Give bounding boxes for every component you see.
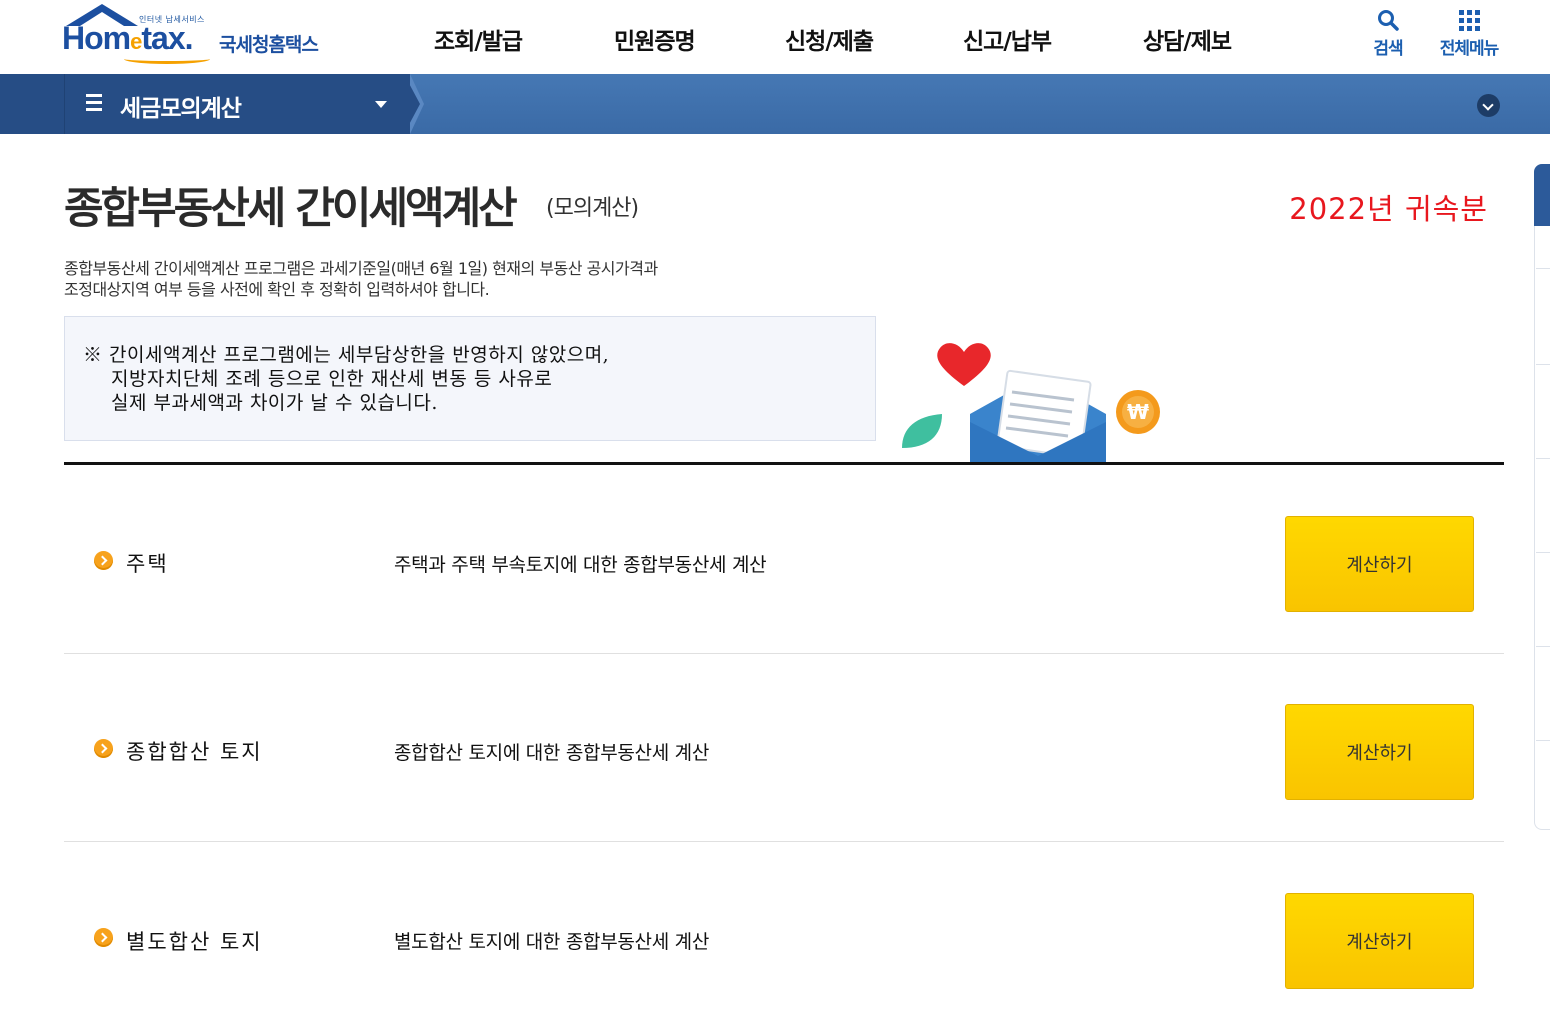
gnb-item-application[interactable]: 신청/제출 bbox=[785, 22, 874, 56]
row-description: 주택과 주택 부속토지에 대한 종합부동산세 계산 bbox=[394, 554, 767, 576]
calculate-button-housing[interactable]: 계산하기 bbox=[1285, 516, 1474, 612]
tax-envelope-illustration: ₩ bbox=[902, 343, 1160, 464]
arrow-bullet-icon bbox=[94, 928, 113, 947]
section-divider bbox=[64, 462, 1504, 465]
top-header: 인터넷 납세서비스 Hometax. 국세청홈택스 조회/발급 민원증명 신청/… bbox=[0, 0, 1550, 74]
gnb-item-inquiry[interactable]: 조회/발급 bbox=[434, 22, 523, 56]
hometax-logo[interactable]: 인터넷 납세서비스 Hometax. 국세청홈택스 bbox=[62, 4, 352, 68]
row-label: 종합합산 토지 bbox=[126, 740, 263, 764]
search-button[interactable]: 검색 bbox=[1367, 6, 1409, 59]
quick-menu-tab[interactable] bbox=[1534, 164, 1550, 830]
arrow-bullet-icon bbox=[94, 551, 113, 570]
page-description: 종합부동산세 간이세액계산 프로그램은 과세기준일(매년 6월 1일) 현재의 … bbox=[64, 259, 658, 299]
row-label: 별도합산 토지 bbox=[126, 930, 263, 954]
gnb-item-consult[interactable]: 상담/제보 bbox=[1143, 22, 1232, 56]
logo-korean-name: 국세청홈택스 bbox=[219, 34, 319, 56]
gnb-item-report-payment[interactable]: 신고/납부 bbox=[963, 22, 1052, 56]
grid-menu-icon bbox=[1459, 10, 1480, 31]
all-menu-label: 전체메뉴 bbox=[1439, 39, 1500, 59]
quick-menu-tab-header[interactable] bbox=[1534, 164, 1550, 226]
notice-box: ※ 간이세액계산 프로그램에는 세부담상한을 반영하지 않았으며, 지방자치단체… bbox=[64, 316, 876, 441]
search-label: 검색 bbox=[1373, 39, 1403, 59]
tax-year-label: 2022년 귀속분 bbox=[1289, 192, 1488, 226]
page-subtitle: (모의계산) bbox=[546, 196, 639, 221]
all-menu-button[interactable]: 전체메뉴 bbox=[1432, 6, 1506, 59]
sub-nav-bar: 세금모의계산 bbox=[0, 74, 1550, 134]
calc-row-separate-land: 별도합산 토지 별도합산 토지에 대한 종합부동산세 계산 계산하기 bbox=[64, 842, 1504, 1030]
calc-row-housing: 주택 주택과 주택 부속토지에 대한 종합부동산세 계산 계산하기 bbox=[64, 466, 1504, 654]
logo-brand: Hometax. bbox=[62, 20, 194, 56]
current-menu-title[interactable]: 세금모의계산 bbox=[120, 89, 242, 123]
row-label: 주택 bbox=[126, 552, 169, 576]
chevron-down-icon[interactable] bbox=[1477, 94, 1500, 117]
calculate-button-comprehensive-land[interactable]: 계산하기 bbox=[1285, 704, 1474, 800]
calc-row-comprehensive-land: 종합합산 토지 종합합산 토지에 대한 종합부동산세 계산 계산하기 bbox=[64, 654, 1504, 842]
calculate-button-separate-land[interactable]: 계산하기 bbox=[1285, 893, 1474, 989]
row-description: 별도합산 토지에 대한 종합부동산세 계산 bbox=[394, 931, 710, 953]
hamburger-icon[interactable] bbox=[86, 94, 102, 112]
row-description: 종합합산 토지에 대한 종합부동산세 계산 bbox=[394, 742, 710, 764]
search-icon bbox=[1378, 10, 1399, 31]
page-title: 종합부동산세 간이세액계산 bbox=[64, 184, 518, 234]
svg-text:₩: ₩ bbox=[1127, 400, 1149, 424]
gnb-item-certificate[interactable]: 민원증명 bbox=[614, 22, 696, 56]
caret-down-icon[interactable] bbox=[375, 101, 387, 108]
arrow-bullet-icon bbox=[94, 739, 113, 758]
